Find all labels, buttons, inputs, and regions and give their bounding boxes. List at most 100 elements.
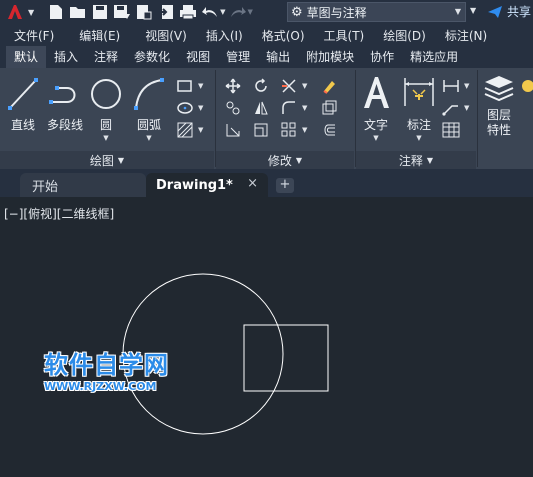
plot-icon[interactable] <box>178 2 198 22</box>
menu-edit[interactable]: 编辑(E) <box>54 27 120 44</box>
chevron-down-icon[interactable]: ▼ <box>198 126 203 134</box>
drawn-rectangle[interactable] <box>243 324 329 392</box>
watermark-logo: 软件自学网 WWW.RJZXW.COM <box>44 345 169 393</box>
arc-icon <box>134 78 164 110</box>
annotation-panel-title[interactable]: 注释 ▼ <box>356 151 476 169</box>
menu-format[interactable]: 格式(O) <box>243 27 305 44</box>
drawing-canvas[interactable]: [−][俯视][二维线框] 软件自学网 WWW.RJZXW.COM <box>0 197 533 477</box>
copy-tool[interactable] <box>222 98 244 118</box>
menu-dimension[interactable]: 标注(N) <box>426 27 487 44</box>
ellipse-tool[interactable] <box>174 98 196 118</box>
fillet-tool[interactable] <box>278 98 300 118</box>
polyline-icon <box>49 86 76 104</box>
chevron-down-icon[interactable]: ▼ <box>302 104 307 112</box>
workspace-value: 草图与注释 <box>306 5 367 20</box>
tab-featured-apps[interactable]: 精选应用 <box>402 46 466 68</box>
tab-drawing1-label: Drawing1* <box>156 177 233 193</box>
offset-tool[interactable] <box>318 120 340 140</box>
share-label: 共享 <box>507 5 532 19</box>
redo-icon[interactable] <box>228 2 248 22</box>
rotate-tool[interactable] <box>250 76 272 96</box>
chevron-down-icon[interactable]: ▼ <box>464 82 469 90</box>
chevron-down-icon: ▼ <box>117 155 125 165</box>
save-icon[interactable] <box>90 2 110 22</box>
new-file-icon[interactable] <box>46 2 66 22</box>
polyline-tool[interactable]: 多段线 <box>44 76 86 133</box>
arc-tool[interactable]: 圆弧 ▼ <box>132 76 166 142</box>
send-icon <box>488 5 502 18</box>
tab-default[interactable]: 默认 <box>6 46 47 68</box>
layer-state-icon[interactable] <box>517 76 533 96</box>
circle-tool[interactable]: 圆 ▼ <box>90 76 122 142</box>
gear-icon: ⚙ <box>291 4 303 20</box>
linear-dimension-icon <box>443 80 459 92</box>
viewport-controls[interactable]: [−][俯视][二维线框] <box>4 205 114 222</box>
open-folder-icon[interactable] <box>68 2 88 22</box>
chevron-down-icon: ▼ <box>426 155 434 165</box>
linear-dimension-tool[interactable] <box>440 76 462 96</box>
rectangle-tool[interactable] <box>174 76 196 96</box>
chevron-down-icon[interactable]: ▼ <box>248 8 253 16</box>
circle-icon <box>91 79 121 109</box>
table-tool[interactable] <box>440 120 462 140</box>
chevron-down-icon: ▼ <box>373 134 379 142</box>
undo-icon[interactable] <box>200 2 220 22</box>
tab-view[interactable]: 视图 <box>178 46 218 68</box>
menu-draw[interactable]: 绘图(D) <box>364 27 426 44</box>
arc-label: 圆弧 <box>136 118 161 132</box>
modify-panel-title[interactable]: 修改 ▼ <box>216 151 354 169</box>
open-from-web-icon[interactable] <box>134 2 154 22</box>
tab-addins[interactable]: 附加模块 <box>298 46 362 68</box>
chevron-down-icon[interactable]: ▼ <box>302 82 307 90</box>
tab-start[interactable]: 开始 <box>20 173 146 197</box>
tab-output[interactable]: 输出 <box>258 46 298 68</box>
chevron-down-icon[interactable]: ▼ <box>302 126 307 134</box>
tab-annotate[interactable]: 注释 <box>86 46 126 68</box>
panel-divider <box>477 70 478 167</box>
workspace-selector[interactable]: ⚙ 草图与注释 ▼ <box>287 2 466 22</box>
chevron-down-icon[interactable]: ▼ <box>198 104 203 112</box>
explode-tool[interactable] <box>318 98 340 118</box>
save-as-icon[interactable] <box>112 2 132 22</box>
draw-panel-title[interactable]: 绘图 ▼ <box>0 151 214 169</box>
trim-tool[interactable] <box>278 76 300 96</box>
hatch-tool[interactable] <box>174 120 196 140</box>
chevron-down-icon: ▼ <box>146 134 152 142</box>
dimension-label: 标注 <box>406 118 431 132</box>
text-label: 文字 <box>363 118 388 132</box>
line-tool[interactable]: 直线 <box>8 76 38 133</box>
chevron-down-icon[interactable]: ▼ <box>28 8 34 17</box>
quick-access-toolbar: ▼ ▼ ▼ ⚙ 草图与注释 ▼ ▼ 共享 <box>0 0 533 24</box>
chevron-down-icon[interactable]: ▼ <box>470 6 476 15</box>
stretch-tool[interactable] <box>222 120 244 140</box>
fillet-icon <box>282 101 295 114</box>
chevron-down-icon[interactable]: ▼ <box>220 8 225 16</box>
erase-tool[interactable] <box>318 76 340 96</box>
text-icon <box>364 77 389 108</box>
menu-insert[interactable]: 插入(I) <box>187 27 243 44</box>
chevron-down-icon[interactable]: ▼ <box>464 104 469 112</box>
share-button[interactable]: 共享 <box>487 3 531 20</box>
layer-properties-tool[interactable]: 图层 特性 <box>481 74 517 138</box>
tab-collaborate[interactable]: 协作 <box>362 46 402 68</box>
tab-insert[interactable]: 插入 <box>46 46 86 68</box>
close-icon[interactable]: × <box>247 176 258 191</box>
menu-tools[interactable]: 工具(T) <box>305 27 365 44</box>
menu-file[interactable]: 文件(F) <box>0 27 54 44</box>
mirror-tool[interactable] <box>250 98 272 118</box>
leader-tool[interactable] <box>440 98 462 118</box>
tab-parametric[interactable]: 参数化 <box>126 46 178 68</box>
tab-manage[interactable]: 管理 <box>218 46 258 68</box>
text-tool[interactable]: 文字 ▼ <box>360 74 392 142</box>
move-tool[interactable] <box>222 76 244 96</box>
array-tool[interactable] <box>278 120 300 140</box>
tab-drawing1[interactable]: Drawing1* × <box>146 173 268 197</box>
save-to-web-icon[interactable] <box>156 2 176 22</box>
dimension-tool[interactable]: 标注 ▼ <box>400 74 438 142</box>
chevron-down-icon[interactable]: ▼ <box>198 82 203 90</box>
annotation-panel-label: 注释 <box>398 153 423 168</box>
application-menu-icon[interactable] <box>4 1 26 23</box>
new-tab-button[interactable]: + <box>276 178 294 193</box>
scale-tool[interactable] <box>250 120 272 140</box>
menu-view[interactable]: 视图(V) <box>120 27 187 44</box>
